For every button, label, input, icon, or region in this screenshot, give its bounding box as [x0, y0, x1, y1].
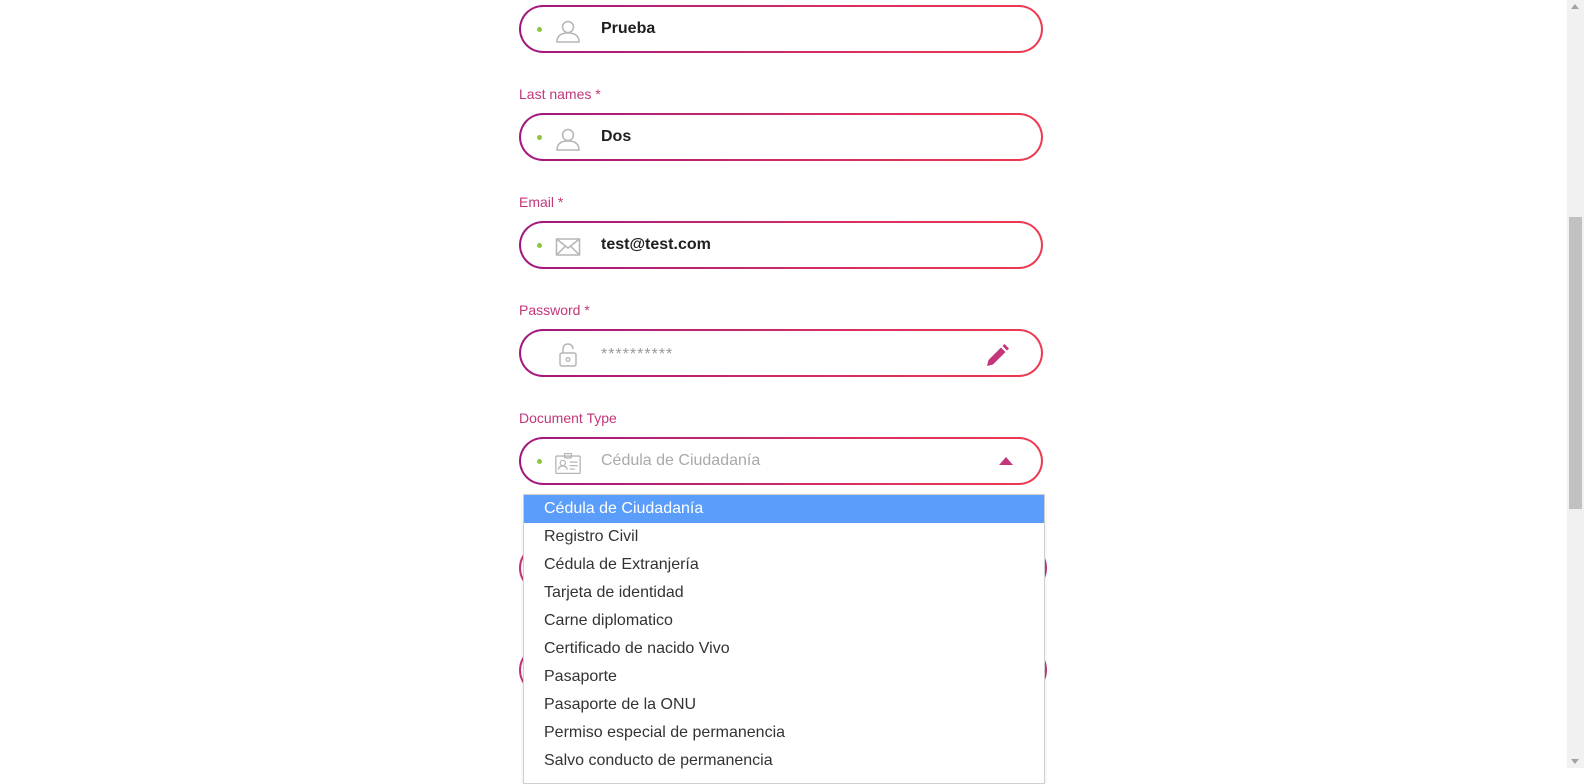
- last-names-field[interactable]: Dos: [519, 113, 1043, 161]
- password-field[interactable]: **********: [519, 329, 1043, 377]
- caret-up-icon[interactable]: [999, 457, 1013, 465]
- email-input[interactable]: test@test.com: [601, 236, 711, 254]
- password-input[interactable]: **********: [601, 346, 673, 364]
- first-name-input[interactable]: Prueba: [601, 20, 655, 38]
- pencil-icon[interactable]: [983, 342, 1011, 370]
- page-scrollbar[interactable]: [1567, 0, 1584, 768]
- valid-dot: [537, 459, 542, 464]
- option-pasaporte[interactable]: Pasaporte: [524, 663, 1044, 691]
- last-names-input[interactable]: Dos: [601, 128, 631, 146]
- option-cedula-ciudadania[interactable]: Cédula de Ciudadanía: [524, 495, 1044, 523]
- document-type-value: Cédula de Ciudadanía: [601, 452, 761, 469]
- user-icon: [555, 126, 581, 152]
- first-name-field[interactable]: Prueba: [519, 5, 1043, 53]
- option-carne-diplomatico[interactable]: Carne diplomatico: [524, 607, 1044, 635]
- document-type-label: Document Type: [519, 410, 617, 426]
- envelope-icon: [555, 234, 581, 260]
- lock-icon: [555, 342, 581, 368]
- option-salvo-conducto[interactable]: Salvo conducto de permanencia: [524, 747, 1044, 775]
- email-field[interactable]: test@test.com: [519, 221, 1043, 269]
- last-names-label: Last names *: [519, 86, 601, 102]
- user-icon: [555, 18, 581, 44]
- option-cedula-extranjeria[interactable]: Cédula de Extranjería: [524, 551, 1044, 579]
- valid-dot: [537, 27, 542, 32]
- scroll-down-icon[interactable]: [1571, 759, 1579, 764]
- option-tarjeta-identidad[interactable]: Tarjeta de identidad: [524, 579, 1044, 607]
- option-registro-civil[interactable]: Registro Civil: [524, 523, 1044, 551]
- scrollbar-thumb[interactable]: [1569, 217, 1582, 509]
- valid-dot: [537, 135, 542, 140]
- option-pasaporte-onu[interactable]: Pasaporte de la ONU: [524, 691, 1044, 719]
- document-type-select[interactable]: Cédula de Ciudadanía: [519, 437, 1043, 485]
- scroll-up-icon[interactable]: [1571, 4, 1579, 9]
- password-label: Password *: [519, 302, 590, 318]
- email-label: Email *: [519, 194, 564, 210]
- option-permiso-especial[interactable]: Permiso especial de permanencia: [524, 719, 1044, 747]
- id-card-icon: [555, 450, 581, 476]
- valid-dot: [537, 243, 542, 248]
- document-type-dropdown: Cédula de Ciudadanía Registro Civil Cédu…: [523, 494, 1045, 784]
- option-certificado-nacido-vivo[interactable]: Certificado de nacido Vivo: [524, 635, 1044, 663]
